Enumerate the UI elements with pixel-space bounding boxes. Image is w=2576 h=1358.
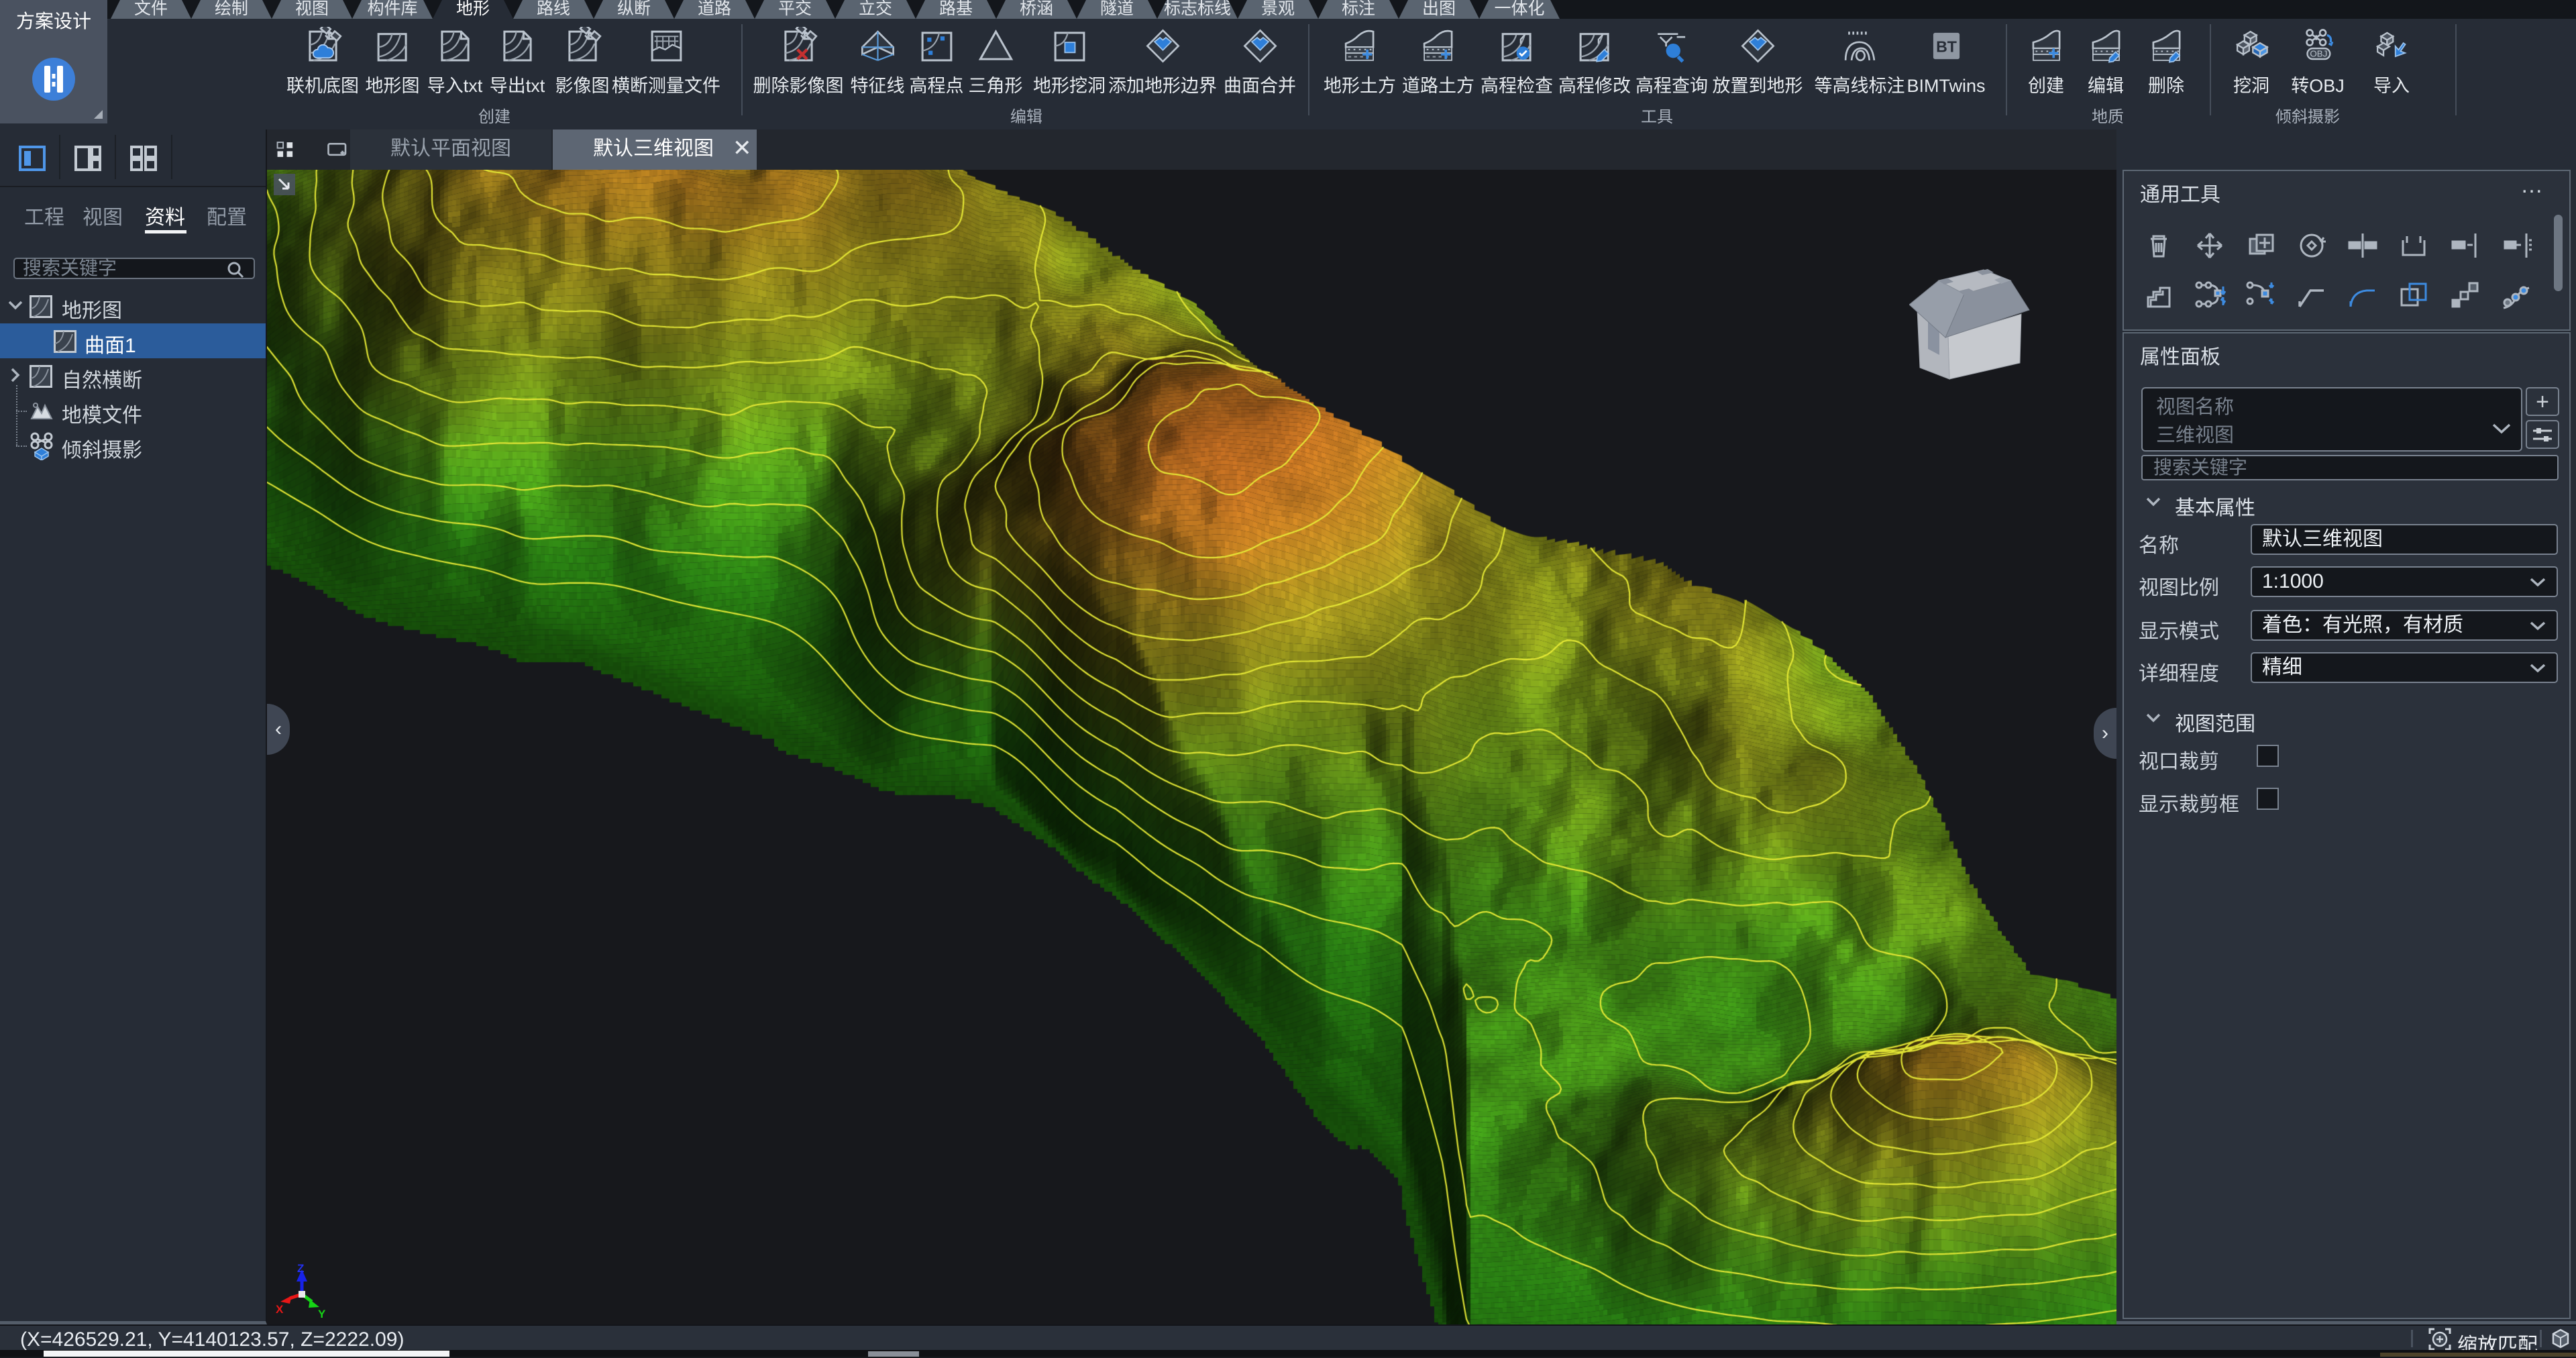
svg-text:X: X [276, 1303, 284, 1316]
svg-text:Y: Y [318, 1308, 326, 1318]
svg-text:Z: Z [297, 1264, 304, 1275]
